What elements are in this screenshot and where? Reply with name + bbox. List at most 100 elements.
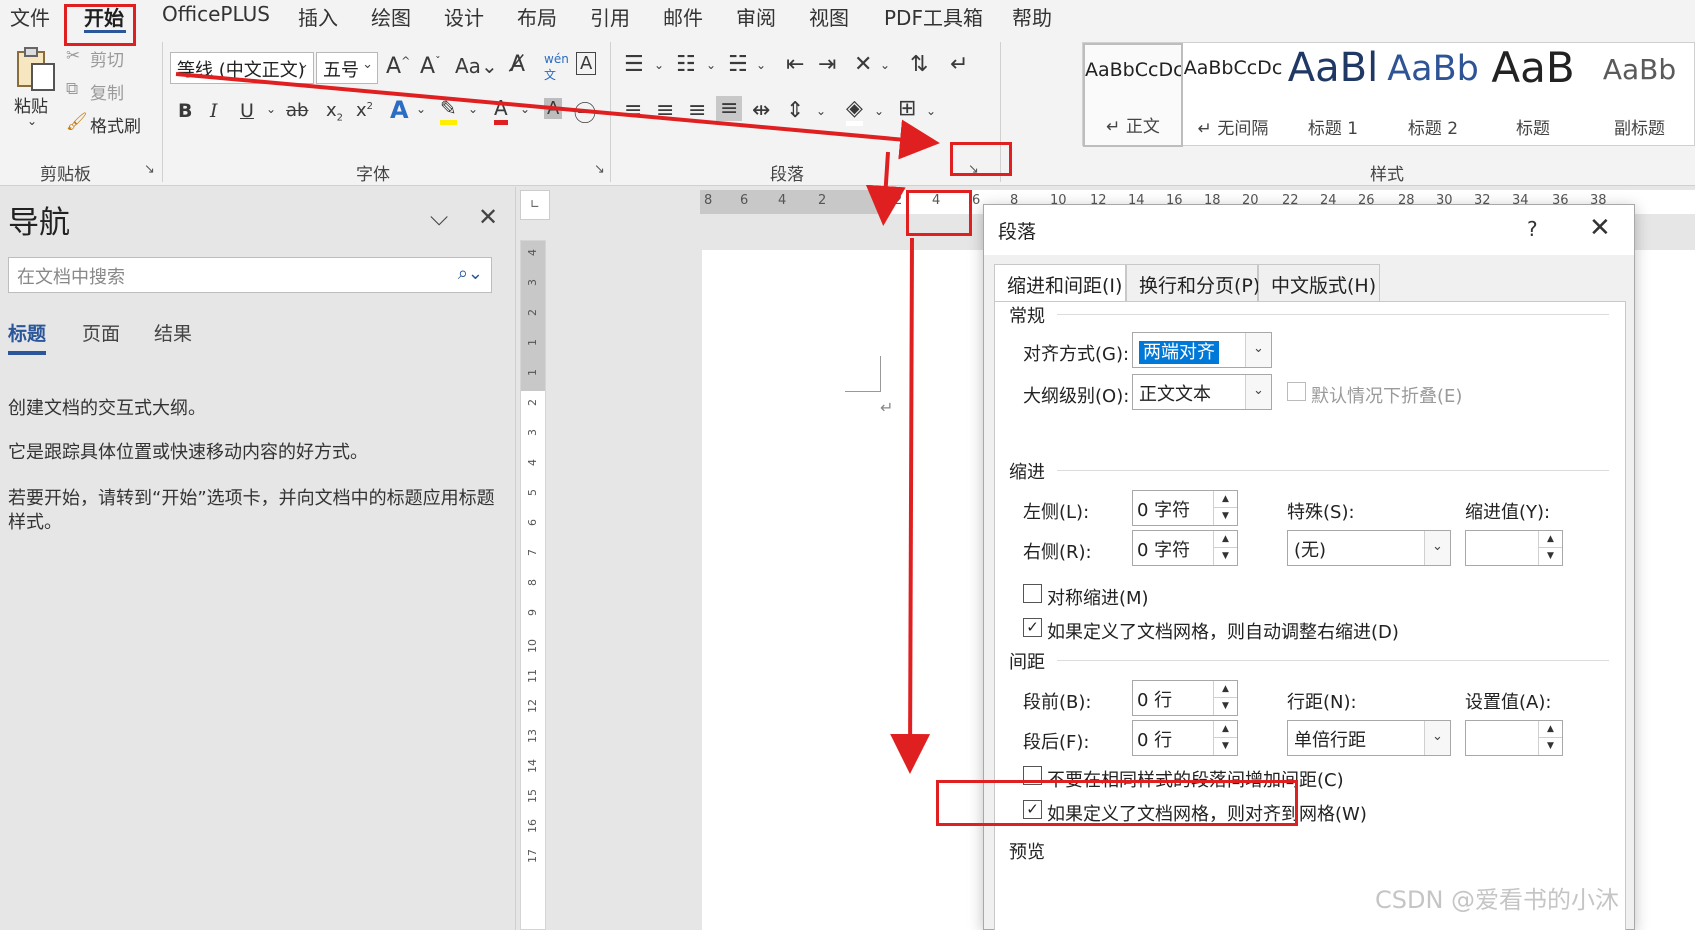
tab-selector-icon[interactable]: ∟ [520,190,550,220]
spin-up-icon[interactable]: ▲ [1214,681,1237,698]
clipboard-launcher-icon[interactable]: ↘ [144,162,155,177]
font-size-combo[interactable]: 五号 ⌄ [316,52,378,84]
style-subtitle[interactable]: AaBb 副标题 [1583,43,1695,147]
spin-up-icon[interactable]: ▲ [1539,721,1562,738]
menu-tab-file[interactable]: 文件 [10,2,50,31]
style-heading-2[interactable]: AaBb 标题 2 [1383,43,1483,147]
spin-down-icon[interactable]: ▼ [1539,548,1562,565]
chevron-down-icon[interactable]: ⌄ [520,102,530,116]
nav-tab-headings[interactable]: 标题 [8,319,46,346]
font-launcher-icon[interactable]: ↘ [594,162,605,177]
decrease-indent-icon[interactable]: ⇤ [786,52,804,77]
space-before-input[interactable]: 0 行 ▲ ▼ [1132,680,1238,716]
spin-down-icon[interactable]: ▼ [1214,738,1237,755]
cut-button[interactable]: 剪切 [90,46,124,71]
chevron-down-icon[interactable]: ⌄ [880,58,890,72]
spin-down-icon[interactable]: ▼ [1214,698,1237,715]
tab-indents-spacing[interactable]: 缩进和间距(I) [994,264,1126,302]
style-heading-1[interactable]: AaBl 标题 1 [1283,43,1383,147]
multilevel-list-icon[interactable]: ☵ [728,52,748,77]
sort-icon[interactable]: ⇅ [910,52,928,77]
font-color-icon[interactable]: A [494,96,508,125]
nav-tab-pages[interactable]: 页面 [82,319,120,346]
menu-tab-draw[interactable]: 绘图 [371,2,411,31]
change-case-icon[interactable]: Aa⌄ [455,54,498,78]
shrink-font-icon[interactable]: Aˇ [420,54,441,79]
chinese-layout-icon[interactable]: ✕ [854,52,872,77]
line-spacing-icon[interactable]: ⇕ [786,98,804,123]
clear-formatting-icon[interactable]: A̸ [510,52,525,77]
enclose-characters-icon[interactable]: ㊀ [574,96,596,128]
menu-tab-design[interactable]: 设计 [444,2,484,31]
spin-up-icon[interactable]: ▲ [1214,721,1237,738]
menu-tab-mailings[interactable]: 邮件 [663,2,703,31]
alignment-select[interactable]: 两端对齐 ⌄ [1132,332,1272,368]
chevron-down-icon[interactable]: ⌄ [874,104,884,118]
chevron-down-icon[interactable]: ⌄ [416,102,426,116]
character-shading-icon[interactable]: A [544,98,563,119]
special-select[interactable]: (无) ⌄ [1287,530,1451,566]
align-center-icon[interactable]: ≡ [656,98,674,123]
help-button[interactable]: ? [1527,217,1538,241]
highlight-icon[interactable]: ✎ [440,96,457,125]
numbering-icon[interactable]: ☷ [676,52,696,77]
menu-tab-insert[interactable]: 插入 [298,2,338,31]
chevron-down-icon[interactable]: ⌄ [266,102,276,116]
nav-search-input[interactable]: 在文档中搜索 ⌕⌄ [8,257,492,293]
style-no-spacing[interactable]: AaBbCcDc ↵ 无间隔 [1183,43,1283,147]
space-after-input[interactable]: 0 行 ▲ ▼ [1132,720,1238,756]
paste-icon[interactable] [16,46,56,92]
shading-icon[interactable]: ◈ [846,96,863,126]
spin-down-icon[interactable]: ▼ [1539,738,1562,755]
chevron-down-icon[interactable]: ⌄ [756,58,766,72]
close-icon[interactable]: ✕ [1589,213,1611,243]
indent-by-input[interactable]: ▲ ▼ [1465,530,1563,566]
collapse-checkbox[interactable] [1287,382,1306,401]
spin-up-icon[interactable]: ▲ [1214,531,1237,548]
spin-down-icon[interactable]: ▼ [1214,548,1237,565]
underline-icon[interactable]: U [240,100,254,122]
auto-adjust-indent-checkbox[interactable]: ✓ [1023,618,1042,637]
italic-icon[interactable]: I [210,100,218,122]
menu-tab-review[interactable]: 审阅 [736,2,776,31]
nav-tab-results[interactable]: 结果 [154,319,192,346]
menu-tab-references[interactable]: 引用 [590,2,630,31]
chevron-down-icon[interactable]: ⌄ [816,104,826,118]
line-spacing-select[interactable]: 单倍行距 ⌄ [1287,720,1451,756]
subscript-icon[interactable]: x2 [326,100,343,124]
chevron-down-icon[interactable]: ⌄ [654,58,664,72]
superscript-icon[interactable]: x2 [356,100,373,121]
nav-options-icon[interactable]: ⌵ [430,203,448,231]
strikethrough-icon[interactable]: ab [286,100,308,121]
character-border-icon[interactable]: A [576,52,597,75]
paste-dropdown-icon[interactable]: ⌄ [27,114,37,128]
align-left-icon[interactable]: ≡ [624,98,642,123]
menu-tab-view[interactable]: 视图 [809,2,849,31]
phonetic-guide-icon[interactable]: wén 文 [544,52,569,83]
font-name-combo[interactable]: 等线 (中文正文) ⌄ [170,52,314,84]
style-title[interactable]: AaB 标题 [1483,43,1583,147]
chevron-down-icon[interactable]: ⌄ [468,102,478,116]
menu-tab-layout[interactable]: 布局 [517,2,557,31]
chevron-down-icon[interactable]: ⌄ [926,104,936,118]
mirror-indents-checkbox[interactable] [1023,584,1042,603]
search-icon[interactable]: ⌕⌄ [458,263,483,284]
bold-icon[interactable]: B [178,100,192,122]
tab-asian-typography[interactable]: 中文版式(H) [1258,264,1380,302]
justify-icon[interactable]: ≡ [716,96,743,121]
format-painter-button[interactable]: 格式刷 [90,112,141,137]
borders-icon[interactable]: ⊞ [898,96,916,121]
spin-up-icon[interactable]: ▲ [1539,531,1562,548]
indent-left-input[interactable]: 0 字符 ▲ ▼ [1132,490,1238,526]
at-input[interactable]: ▲ ▼ [1465,720,1563,756]
style-normal[interactable]: AaBbCcDc ↵ 正文 [1083,43,1183,147]
bullets-icon[interactable]: ☰ [624,52,644,77]
close-icon[interactable]: ✕ [478,203,498,231]
show-hide-marks-icon[interactable]: ↵ [950,52,968,77]
copy-button[interactable]: 复制 [90,79,124,104]
menu-tab-help[interactable]: 帮助 [1012,2,1052,31]
outline-level-select[interactable]: 正文文本 ⌄ [1132,374,1272,410]
spin-up-icon[interactable]: ▲ [1214,491,1237,508]
distributed-icon[interactable]: ⇹ [752,98,770,123]
menu-tab-pdf-tools[interactable]: PDF工具箱 [884,2,983,31]
